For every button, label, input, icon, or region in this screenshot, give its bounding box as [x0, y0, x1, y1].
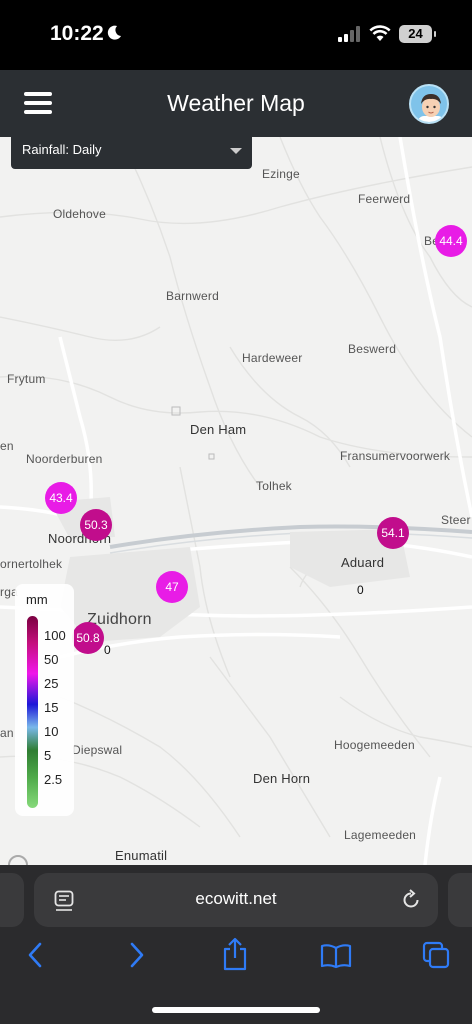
- place-den-horn: Den Horn: [253, 771, 311, 786]
- place-aduard: Aduard: [341, 555, 385, 570]
- app-header: Weather Map: [0, 70, 472, 137]
- signal-icon: [338, 26, 360, 42]
- place-hoogemeeden: Hoogemeeden: [334, 738, 415, 752]
- place-den-ham: Den Ham: [190, 422, 247, 437]
- legend-label: 15: [44, 700, 59, 715]
- address-bar[interactable]: ecowitt.net: [34, 873, 438, 927]
- place-ornertolhek: ornertolhek: [0, 557, 63, 571]
- avatar[interactable]: [409, 84, 449, 124]
- share-icon[interactable]: [222, 937, 248, 971]
- battery-nub: [434, 31, 436, 37]
- legend-label: 50: [44, 652, 59, 667]
- browser-chrome: ecowitt.net: [0, 865, 472, 1024]
- place-tolhek: Tolhek: [256, 479, 292, 493]
- legend-unit: mm: [26, 592, 48, 607]
- legend-color-scale: [27, 616, 38, 808]
- next-tab-preview[interactable]: [448, 873, 472, 927]
- place-lagemeeden: Lagemeeden: [344, 828, 417, 842]
- zero-label: 0: [104, 643, 111, 657]
- legend-label: 5: [44, 748, 52, 763]
- place-noorderburen: Noorderburen: [26, 452, 103, 466]
- forward-icon[interactable]: [128, 941, 146, 969]
- legend-label: 10: [44, 724, 59, 739]
- legend-label: 25: [44, 676, 59, 691]
- home-indicator: [152, 1007, 320, 1013]
- place-oldehove: Oldehove: [53, 207, 106, 221]
- place-ezinge: Ezinge: [262, 167, 300, 181]
- moon-icon: [107, 25, 121, 40]
- rain-marker[interactable]: 54.1: [377, 517, 409, 549]
- avatar-face-icon: [418, 94, 444, 122]
- rain-marker[interactable]: 44.4: [435, 225, 467, 257]
- wifi-icon: [369, 25, 391, 41]
- page-title: Weather Map: [167, 90, 305, 116]
- place-frytum: Frytum: [7, 372, 46, 386]
- url-text: ecowitt.net: [195, 889, 277, 908]
- rain-marker[interactable]: 50.3: [80, 509, 112, 541]
- place-feerwerd: Feerwerd: [358, 192, 411, 206]
- bookmarks-icon[interactable]: [320, 943, 352, 969]
- status-bar: 10:22 24: [0, 0, 472, 70]
- layer-select[interactable]: Rainfall: Daily: [11, 137, 252, 169]
- place-barnwerd: Barnwerd: [166, 289, 219, 303]
- tabs-icon[interactable]: [422, 941, 450, 969]
- battery-icon: 24: [399, 25, 432, 43]
- place-en: en: [0, 439, 14, 453]
- rain-marker[interactable]: 47: [156, 571, 188, 603]
- layer-select-value: Rainfall: Daily: [22, 142, 102, 157]
- place-steer: Steer: [441, 513, 471, 527]
- zero-label: 0: [357, 583, 364, 597]
- place-hardeweer: Hardeweer: [242, 351, 303, 365]
- rain-marker[interactable]: 50.8: [72, 622, 104, 654]
- place-enumatil: Enumatil: [115, 848, 168, 863]
- status-time: 10:22: [50, 22, 104, 45]
- place-an: an: [0, 726, 14, 740]
- legend-label: 100: [44, 628, 66, 643]
- place-fransumervoorwerk: Fransumervoorwerk: [340, 449, 451, 463]
- previous-tab-preview[interactable]: [0, 873, 24, 927]
- reload-icon[interactable]: [400, 889, 422, 911]
- place-diepswal: Diepswal: [72, 743, 123, 757]
- legend-label: 2.5: [44, 772, 63, 787]
- rain-marker[interactable]: 43.4: [45, 482, 77, 514]
- rainfall-legend: mm 100 50 25 15 10 5 2.5: [15, 584, 74, 816]
- map[interactable]: Ezinge Feerwerd Oldehove Be Barnwerd Bes…: [0, 137, 472, 865]
- chevron-down-icon: [230, 148, 242, 154]
- back-icon[interactable]: [26, 941, 44, 969]
- place-beswerd: Beswerd: [348, 342, 397, 356]
